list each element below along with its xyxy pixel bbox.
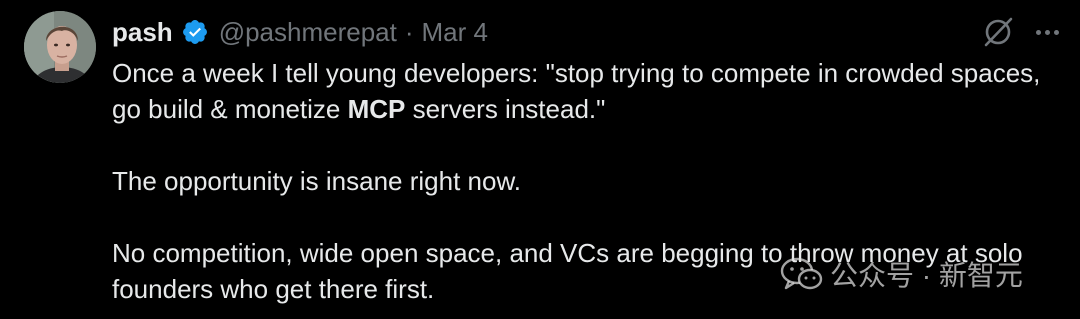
tweet-text-segment: servers instead." <box>405 94 606 124</box>
watermark-text: 公众号 · 新智元 <box>830 260 1023 291</box>
tweet-paragraph: The opportunity is insane right now. <box>112 166 522 196</box>
more-dot <box>1053 29 1059 35</box>
tweet-text-bold: MCP <box>347 94 406 124</box>
tweet: pash @pashmerepat · Mar 4 Once a week I … <box>0 0 1080 319</box>
tweet-date[interactable]: Mar 4 <box>422 12 488 52</box>
more-dot <box>1035 29 1041 35</box>
more-dot <box>1044 29 1050 35</box>
more-options-icon[interactable] <box>1030 16 1064 48</box>
tweet-header: pash @pashmerepat · Mar 4 <box>112 12 488 52</box>
watermark: 公众号 · 新智元 <box>780 254 1023 294</box>
grok-icon[interactable] <box>980 14 1016 50</box>
author-handle[interactable]: @pashmerepat <box>219 12 397 52</box>
verified-badge-icon <box>181 18 209 46</box>
avatar-photo <box>24 11 96 83</box>
tweet-paragraph: Once a week I tell young developers: "st… <box>112 55 1052 127</box>
wechat-icon <box>780 256 824 292</box>
header-separator: · <box>404 17 414 47</box>
display-name[interactable]: pash <box>112 12 173 52</box>
avatar[interactable] <box>24 11 96 83</box>
